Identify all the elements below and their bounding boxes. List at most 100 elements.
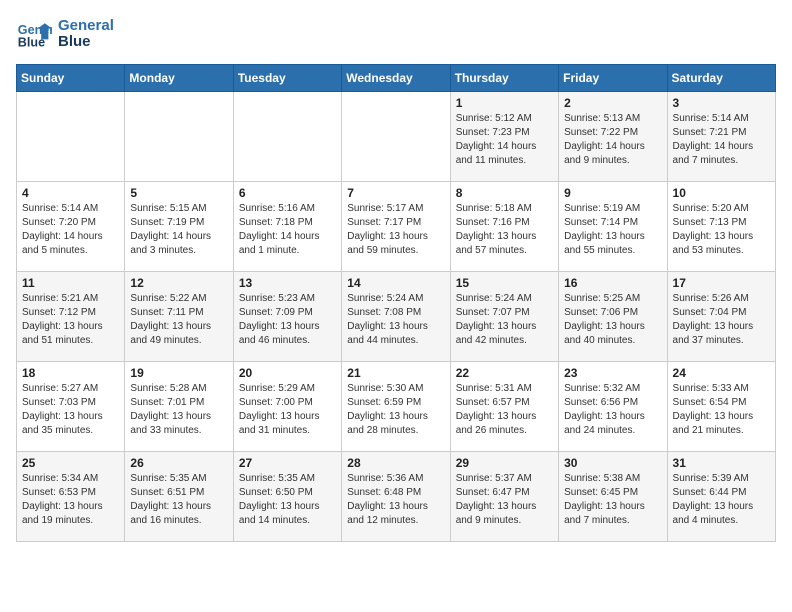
day-number: 18	[22, 366, 119, 380]
cell-info: Sunrise: 5:30 AMSunset: 6:59 PMDaylight:…	[347, 382, 444, 438]
calendar-cell: 10 Sunrise: 5:20 AMSunset: 7:13 PMDayligh…	[667, 182, 775, 272]
calendar-week-4: 18 Sunrise: 5:27 AMSunset: 7:03 PMDayligh…	[17, 362, 776, 452]
calendar-cell: 16Sunrise: 5:25 AMSunset: 7:06 PMDayligh…	[559, 272, 667, 362]
calendar-cell: 24 Sunrise: 5:33 AMSunset: 6:54 PMDayligh…	[667, 362, 775, 452]
calendar-cell: 21Sunrise: 5:30 AMSunset: 6:59 PMDayligh…	[342, 362, 450, 452]
cell-info: Sunrise: 5:19 AMSunset: 7:14 PMDaylight:…	[564, 202, 661, 258]
calendar-cell: 11Sunrise: 5:21 AMSunset: 7:12 PMDayligh…	[17, 272, 125, 362]
cell-info: Sunrise: 5:31 AMSunset: 6:57 PMDaylight:…	[456, 382, 553, 438]
cell-info: Sunrise: 5:18 AMSunset: 7:16 PMDaylight:…	[456, 202, 553, 258]
cell-info: Sunrise: 5:22 AMSunset: 7:11 PMDaylight:…	[130, 292, 227, 348]
logo: General Blue General Blue	[16, 16, 114, 52]
cell-info: Sunrise: 5:23 AMSunset: 7:09 PMDaylight:…	[239, 292, 336, 348]
calendar-cell: 1 Sunrise: 5:12 AMSunset: 7:23 PMDaylight…	[450, 92, 558, 182]
calendar-cell: 28 Sunrise: 5:36 AMSunset: 6:48 PMDayligh…	[342, 452, 450, 542]
day-header-sunday: Sunday	[17, 65, 125, 92]
day-number: 8	[456, 186, 553, 200]
calendar-cell: 8 Sunrise: 5:18 AMSunset: 7:16 PMDaylight…	[450, 182, 558, 272]
cell-info: Sunrise: 5:27 AMSunset: 7:03 PMDaylight:…	[22, 382, 119, 438]
cell-info: Sunrise: 5:26 AMSunset: 7:04 PMDaylight:…	[673, 292, 770, 348]
cell-info: Sunrise: 5:12 AMSunset: 7:23 PMDaylight:…	[456, 112, 553, 168]
calendar-week-1: 1 Sunrise: 5:12 AMSunset: 7:23 PMDaylight…	[17, 92, 776, 182]
calendar-cell: 27 Sunrise: 5:35 AMSunset: 6:50 PMDayligh…	[233, 452, 341, 542]
cell-info: Sunrise: 5:35 AMSunset: 6:50 PMDaylight:…	[239, 472, 336, 528]
calendar-cell	[233, 92, 341, 182]
calendar-cell: 29Sunrise: 5:37 AMSunset: 6:47 PMDayligh…	[450, 452, 558, 542]
day-number: 15	[456, 276, 553, 290]
calendar-week-3: 11Sunrise: 5:21 AMSunset: 7:12 PMDayligh…	[17, 272, 776, 362]
day-number: 1	[456, 96, 553, 110]
calendar-table: SundayMondayTuesdayWednesdayThursdayFrid…	[16, 64, 776, 542]
day-header-tuesday: Tuesday	[233, 65, 341, 92]
calendar-cell: 19 Sunrise: 5:28 AMSunset: 7:01 PMDayligh…	[125, 362, 233, 452]
day-header-thursday: Thursday	[450, 65, 558, 92]
day-number: 16	[564, 276, 661, 290]
day-number: 17	[673, 276, 770, 290]
logo-general: General	[58, 18, 114, 35]
day-number: 6	[239, 186, 336, 200]
calendar-cell: 15 Sunrise: 5:24 AMSunset: 7:07 PMDayligh…	[450, 272, 558, 362]
cell-info: Sunrise: 5:15 AMSunset: 7:19 PMDaylight:…	[130, 202, 227, 258]
calendar-cell: 17 Sunrise: 5:26 AMSunset: 7:04 PMDayligh…	[667, 272, 775, 362]
day-number: 26	[130, 456, 227, 470]
cell-info: Sunrise: 5:37 AMSunset: 6:47 PMDaylight:…	[456, 472, 553, 528]
calendar-cell: 12 Sunrise: 5:22 AMSunset: 7:11 PMDayligh…	[125, 272, 233, 362]
day-header-monday: Monday	[125, 65, 233, 92]
calendar-cell	[17, 92, 125, 182]
calendar-cell: 26 Sunrise: 5:35 AMSunset: 6:51 PMDayligh…	[125, 452, 233, 542]
calendar-cell: 9 Sunrise: 5:19 AMSunset: 7:14 PMDaylight…	[559, 182, 667, 272]
cell-info: Sunrise: 5:20 AMSunset: 7:13 PMDaylight:…	[673, 202, 770, 258]
cell-info: Sunrise: 5:38 AMSunset: 6:45 PMDaylight:…	[564, 472, 661, 528]
day-number: 9	[564, 186, 661, 200]
day-number: 3	[673, 96, 770, 110]
calendar-cell: 4Sunrise: 5:14 AMSunset: 7:20 PMDaylight…	[17, 182, 125, 272]
cell-info: Sunrise: 5:13 AMSunset: 7:22 PMDaylight:…	[564, 112, 661, 168]
day-number: 14	[347, 276, 444, 290]
calendar-header-row: SundayMondayTuesdayWednesdayThursdayFrid…	[17, 65, 776, 92]
cell-info: Sunrise: 5:14 AMSunset: 7:20 PMDaylight:…	[22, 202, 119, 258]
calendar-cell: 23Sunrise: 5:32 AMSunset: 6:56 PMDayligh…	[559, 362, 667, 452]
day-number: 22	[456, 366, 553, 380]
calendar-cell	[342, 92, 450, 182]
calendar-cell: 31Sunrise: 5:39 AMSunset: 6:44 PMDayligh…	[667, 452, 775, 542]
calendar-cell: 2 Sunrise: 5:13 AMSunset: 7:22 PMDaylight…	[559, 92, 667, 182]
day-number: 19	[130, 366, 227, 380]
day-number: 2	[564, 96, 661, 110]
calendar-cell	[125, 92, 233, 182]
day-header-saturday: Saturday	[667, 65, 775, 92]
day-number: 28	[347, 456, 444, 470]
calendar-cell: 5Sunrise: 5:15 AMSunset: 7:19 PMDaylight…	[125, 182, 233, 272]
cell-info: Sunrise: 5:36 AMSunset: 6:48 PMDaylight:…	[347, 472, 444, 528]
logo-blue: Blue	[58, 34, 114, 51]
calendar-cell: 3Sunrise: 5:14 AMSunset: 7:21 PMDaylight…	[667, 92, 775, 182]
day-number: 10	[673, 186, 770, 200]
header: General Blue General Blue	[16, 16, 776, 52]
cell-info: Sunrise: 5:24 AMSunset: 7:07 PMDaylight:…	[456, 292, 553, 348]
day-number: 13	[239, 276, 336, 290]
calendar-cell: 7 Sunrise: 5:17 AMSunset: 7:17 PMDaylight…	[342, 182, 450, 272]
day-number: 11	[22, 276, 119, 290]
day-number: 7	[347, 186, 444, 200]
cell-info: Sunrise: 5:28 AMSunset: 7:01 PMDaylight:…	[130, 382, 227, 438]
calendar-cell: 22 Sunrise: 5:31 AMSunset: 6:57 PMDayligh…	[450, 362, 558, 452]
cell-info: Sunrise: 5:24 AMSunset: 7:08 PMDaylight:…	[347, 292, 444, 348]
calendar-cell: 25 Sunrise: 5:34 AMSunset: 6:53 PMDayligh…	[17, 452, 125, 542]
day-number: 12	[130, 276, 227, 290]
cell-info: Sunrise: 5:33 AMSunset: 6:54 PMDaylight:…	[673, 382, 770, 438]
day-number: 30	[564, 456, 661, 470]
cell-info: Sunrise: 5:32 AMSunset: 6:56 PMDaylight:…	[564, 382, 661, 438]
day-header-wednesday: Wednesday	[342, 65, 450, 92]
calendar-cell: 20Sunrise: 5:29 AMSunset: 7:00 PMDayligh…	[233, 362, 341, 452]
day-number: 24	[673, 366, 770, 380]
day-number: 25	[22, 456, 119, 470]
calendar-cell: 6Sunrise: 5:16 AMSunset: 7:18 PMDaylight…	[233, 182, 341, 272]
cell-info: Sunrise: 5:34 AMSunset: 6:53 PMDaylight:…	[22, 472, 119, 528]
calendar-body: 1 Sunrise: 5:12 AMSunset: 7:23 PMDaylight…	[17, 92, 776, 542]
calendar-cell: 13 Sunrise: 5:23 AMSunset: 7:09 PMDayligh…	[233, 272, 341, 362]
day-number: 27	[239, 456, 336, 470]
cell-info: Sunrise: 5:17 AMSunset: 7:17 PMDaylight:…	[347, 202, 444, 258]
calendar-cell: 30 Sunrise: 5:38 AMSunset: 6:45 PMDayligh…	[559, 452, 667, 542]
svg-text:Blue: Blue	[18, 36, 45, 50]
cell-info: Sunrise: 5:29 AMSunset: 7:00 PMDaylight:…	[239, 382, 336, 438]
cell-info: Sunrise: 5:35 AMSunset: 6:51 PMDaylight:…	[130, 472, 227, 528]
